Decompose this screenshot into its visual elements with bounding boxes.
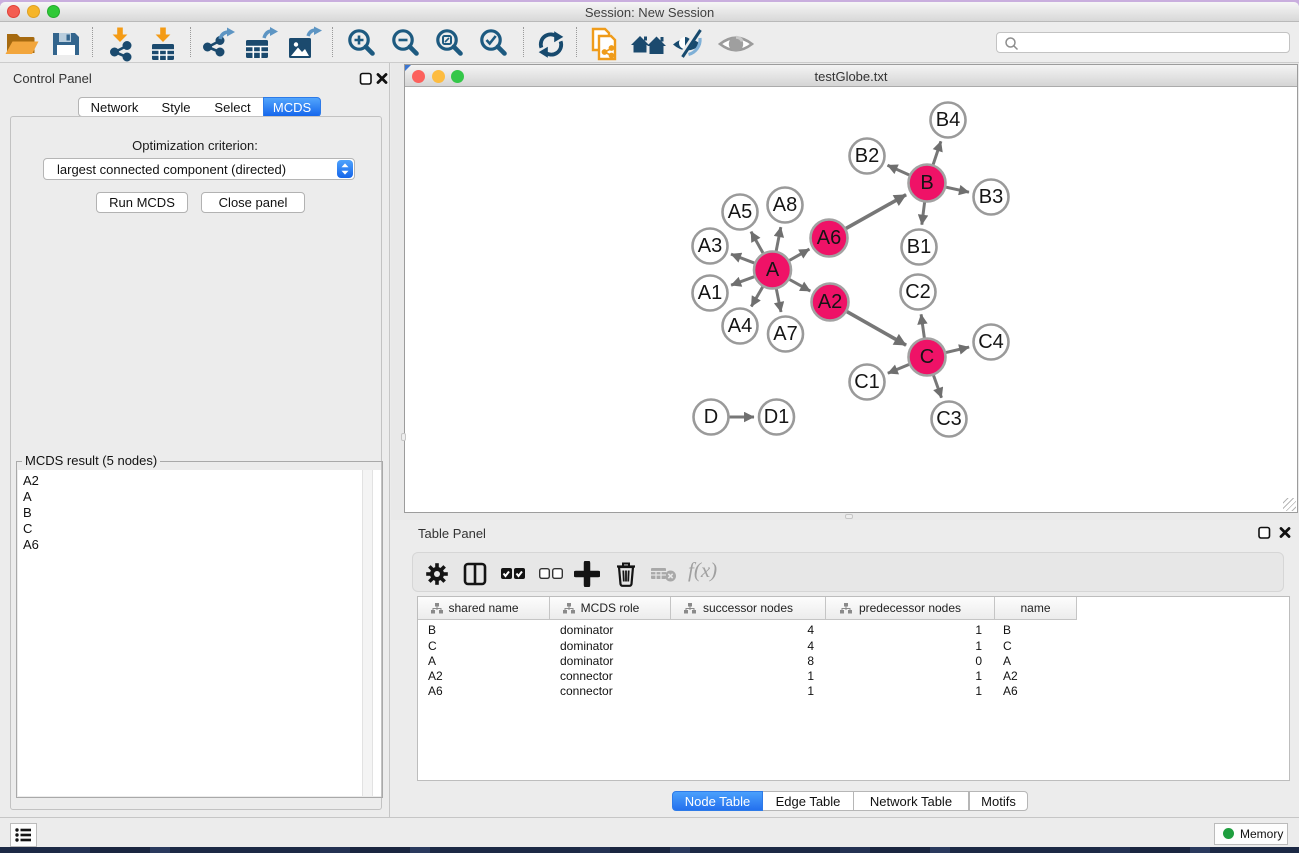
svg-text:D1: D1 [764,406,790,428]
svg-text:A5: A5 [728,201,752,223]
svg-text:A4: A4 [728,315,752,337]
svg-text:A8: A8 [773,194,797,216]
svg-text:C4: C4 [978,331,1004,353]
svg-text:A6: A6 [817,227,841,249]
svg-text:B4: B4 [936,109,960,131]
svg-text:C: C [920,346,934,368]
svg-text:C2: C2 [905,281,931,303]
svg-text:B1: B1 [907,236,931,258]
svg-text:B3: B3 [979,186,1003,208]
svg-text:D: D [704,406,718,428]
svg-text:A: A [766,259,780,281]
svg-text:A1: A1 [698,282,722,304]
svg-text:C1: C1 [854,371,880,393]
svg-text:A2: A2 [818,291,842,313]
svg-text:C3: C3 [936,408,962,430]
svg-text:B: B [920,172,933,194]
svg-text:B2: B2 [855,145,879,167]
svg-text:A7: A7 [773,323,797,345]
svg-text:A3: A3 [698,235,722,257]
